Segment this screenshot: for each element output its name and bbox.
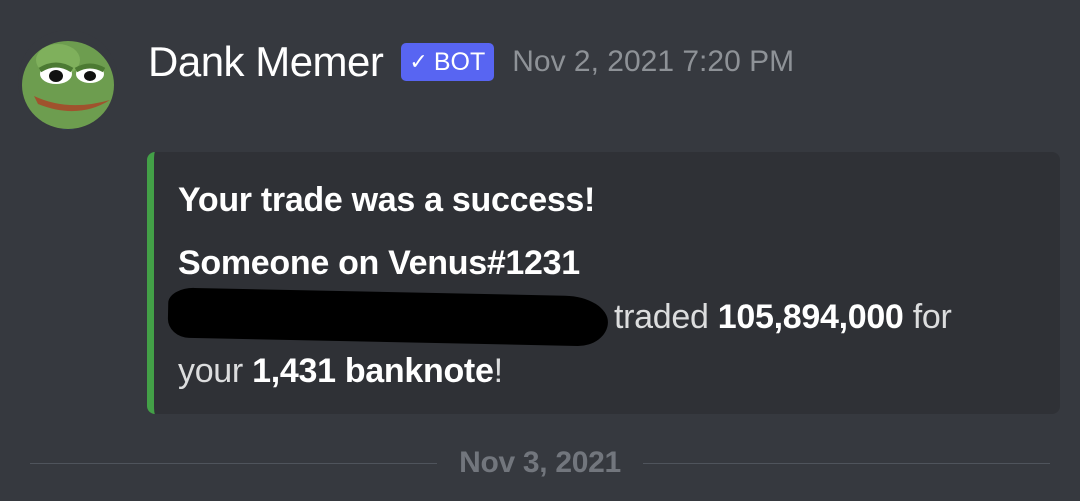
embed-desc-line3: your 1,431 banknote!	[178, 344, 1040, 398]
message-timestamp[interactable]: Nov 2, 2021 7:20 PM	[512, 45, 794, 79]
divider-date: Nov 3, 2021	[459, 446, 621, 479]
divider-rule-right	[642, 462, 1050, 464]
username[interactable]: Dank Memer	[148, 38, 384, 86]
trade-amount: 105,894,000	[717, 298, 904, 336]
traded-text: traded	[614, 298, 709, 336]
message-header: Dank Memer ✓ BOT Nov 2, 2021 7:20 PM	[148, 38, 794, 86]
embed-desc-line2: traded 105,894,000 for	[167, 287, 1040, 347]
divider-rule-left	[30, 462, 438, 464]
embed-title: Your trade was a success!	[178, 181, 596, 219]
your-text: your	[178, 352, 243, 390]
banknote-count: 1,431 banknote	[252, 352, 494, 390]
chat-message: Dank Memer ✓ BOT Nov 2, 2021 7:20 PM You…	[0, 0, 1080, 501]
date-divider: Nov 3, 2021	[30, 446, 1050, 480]
embed-description: Someone on Venus#1231 traded 105,894,000…	[167, 236, 1040, 398]
exclaim-text: !	[493, 352, 503, 390]
message-embed: Your trade was a success! Someone on Ven…	[147, 152, 1060, 414]
bot-tag: ✓ BOT	[401, 43, 495, 81]
verified-check-icon: ✓	[409, 49, 428, 74]
bot-tag-label: BOT	[433, 48, 486, 76]
embed-desc-line1: Someone on Venus#1231	[178, 244, 580, 282]
for-text: for	[912, 298, 952, 336]
pepe-frog-avatar-icon[interactable]	[18, 30, 118, 130]
redaction-scribble	[167, 287, 609, 347]
